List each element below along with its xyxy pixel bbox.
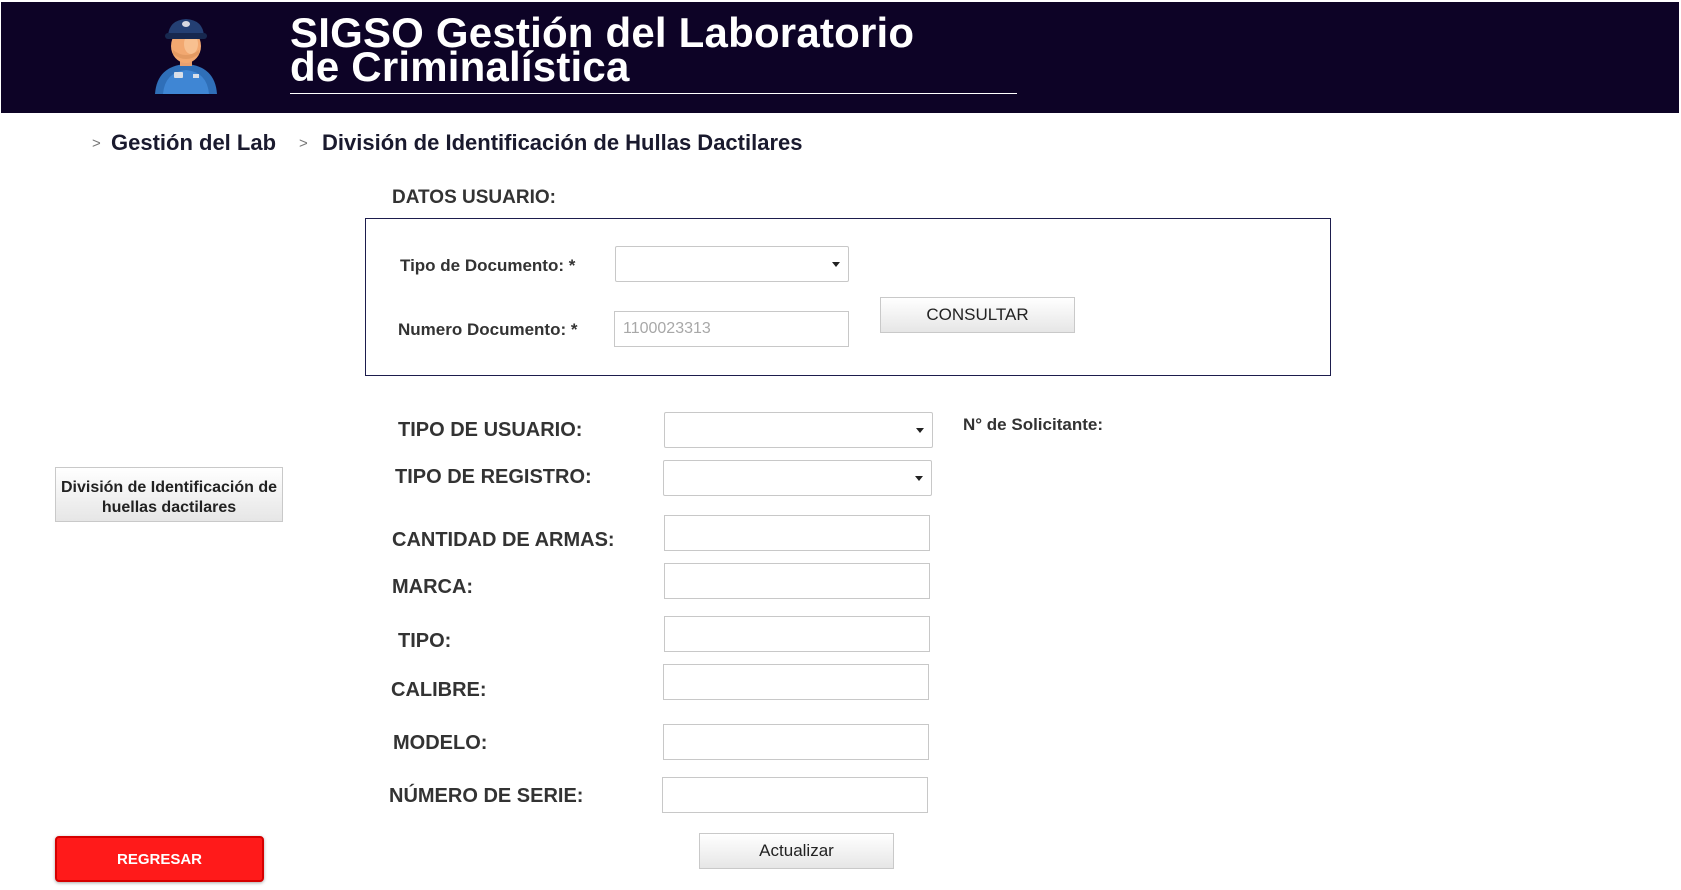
registry-type-select[interactable]	[663, 460, 932, 496]
police-officer-icon	[155, 19, 217, 96]
dropdown-caret-icon	[916, 428, 924, 433]
requester-number-label: N° de Solicitante:	[963, 415, 1103, 434]
update-button[interactable]: Actualizar	[699, 833, 894, 869]
doc-type-label: Tipo de Documento: *	[400, 256, 576, 275]
caliber-label: CALIBRE:	[391, 679, 487, 701]
dropdown-caret-icon	[832, 262, 840, 267]
user-data-box	[365, 218, 1331, 376]
model-label: MODELO:	[393, 732, 488, 754]
breadcrumb-item-lab[interactable]: Gestión del Lab	[111, 130, 276, 156]
back-button[interactable]: REGRESAR	[55, 836, 264, 882]
model-input[interactable]	[663, 724, 929, 760]
breadcrumb-item-division[interactable]: División de Identificación de Hullas Dac…	[322, 130, 802, 156]
app-title: SIGSO Gestión del Laboratorio de Crimina…	[290, 12, 914, 88]
caliber-input[interactable]	[663, 664, 929, 700]
doc-number-label: Numero Documento: *	[398, 320, 578, 339]
app-header: SIGSO Gestión del Laboratorio de Crimina…	[1, 2, 1679, 113]
section-title-user-data: DATOS USUARIO:	[392, 187, 556, 208]
doc-type-select[interactable]	[615, 246, 849, 282]
type-input[interactable]	[664, 616, 930, 652]
user-type-label: TIPO DE USUARIO:	[398, 419, 583, 441]
division-fingerprint-button[interactable]: División de Identificación de huellas da…	[55, 467, 283, 522]
consult-button[interactable]: CONSULTAR	[880, 297, 1075, 333]
serial-number-input[interactable]	[662, 777, 928, 813]
breadcrumb-separator-icon: >	[299, 135, 308, 152]
weapons-quantity-input[interactable]	[664, 515, 930, 551]
registry-type-label: TIPO DE REGISTRO:	[395, 466, 592, 488]
type-label: TIPO:	[398, 630, 452, 652]
dropdown-caret-icon	[915, 476, 923, 481]
brand-label: MARCA:	[392, 576, 474, 598]
doc-number-input[interactable]	[614, 311, 849, 347]
brand-input[interactable]	[664, 563, 930, 599]
title-underline	[290, 93, 1017, 94]
weapons-quantity-label: CANTIDAD DE ARMAS:	[392, 529, 615, 551]
breadcrumb-separator-icon: >	[92, 135, 101, 152]
serial-number-label: NÚMERO DE SERIE:	[389, 785, 584, 807]
user-type-select[interactable]	[664, 412, 933, 448]
